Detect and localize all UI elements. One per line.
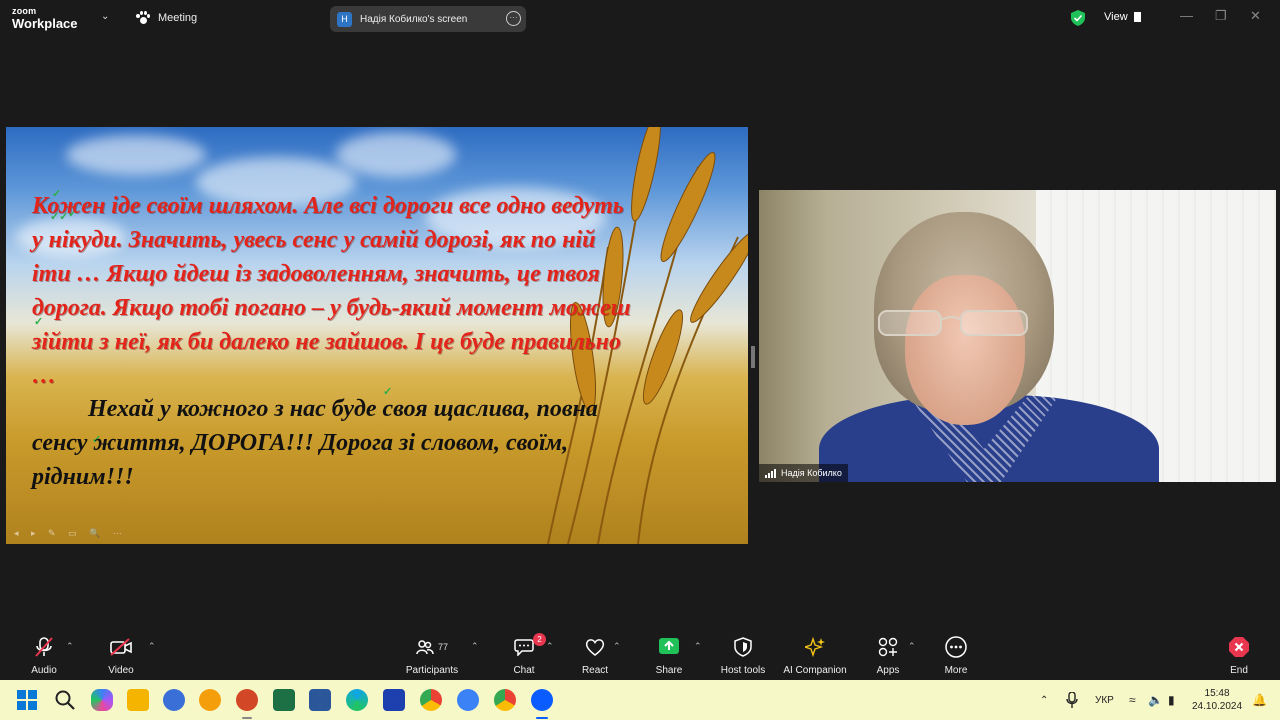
end-label: End	[1230, 665, 1248, 676]
minimize-icon[interactable]: —	[1180, 8, 1193, 23]
audio-label: Audio	[31, 665, 57, 676]
windows-start-icon[interactable]	[16, 689, 38, 711]
battery-icon[interactable]: ▮	[1168, 680, 1175, 720]
participants-button[interactable]: 77 Participants	[404, 636, 460, 676]
share-button[interactable]: Share	[654, 636, 684, 676]
video-label: Video	[108, 665, 134, 676]
participants-options-caret[interactable]: ⌃	[471, 641, 479, 652]
slide-black-paragraph: Нехай у кожного з нас буде своя щаслива,…	[32, 396, 598, 490]
slide-navigation-controls[interactable]: ◂ ▸ ✎ ▭ 🔍 ⋯	[14, 528, 127, 539]
app-icon[interactable]	[457, 689, 479, 711]
apps-label: Apps	[876, 665, 900, 676]
copilot-icon[interactable]	[91, 689, 113, 711]
sparkle-icon	[805, 637, 825, 657]
end-meeting-button[interactable]: End	[1225, 636, 1253, 676]
video-options-caret[interactable]: ⌃	[148, 641, 156, 652]
ai-companion-label: AI Companion	[783, 665, 847, 676]
more-options-icon[interactable]: ···	[506, 11, 521, 26]
notification-bell-icon[interactable]: 🔔	[1252, 680, 1267, 720]
apps-icon	[878, 637, 898, 657]
logo-small-text: zoom	[12, 6, 37, 16]
app-icon[interactable]	[163, 689, 185, 711]
paw-icon	[136, 11, 150, 25]
shared-screen-label: Надія Кобилко's screen	[360, 13, 468, 25]
security-shield-icon[interactable]	[1071, 10, 1085, 26]
slide-red-paragraph: Кожен іде своїм шляхом. Але всі дороги в…	[32, 193, 631, 389]
zoom-taskbar-icon[interactable]	[531, 689, 553, 711]
react-button[interactable]: React	[580, 636, 610, 676]
react-options-caret[interactable]: ⌃	[613, 641, 621, 652]
audio-button[interactable]: Audio	[28, 636, 60, 676]
view-label: View	[1104, 11, 1128, 23]
shared-screen-content: ✓ ✓✓ ✓ ✓ ✓ ✓ Кожен іде своїм шляхом. Але…	[6, 127, 748, 544]
glasses-icon	[878, 310, 1028, 336]
file-explorer-icon[interactable]	[127, 689, 149, 711]
presenter-avatar: H	[337, 11, 352, 27]
chat-button[interactable]: 2 Chat	[510, 633, 546, 676]
meeting-label: Meeting	[158, 12, 198, 24]
participant-video[interactable]: Надія Кобилко	[759, 190, 1276, 482]
os-taskbar: ⌃ УКР ≈ 🔈 ▮ 15:48 24.10.2024 🔔	[0, 680, 1280, 720]
app-icon[interactable]	[199, 689, 221, 711]
view-button[interactable]: View	[1104, 11, 1141, 23]
shield-icon	[734, 637, 752, 657]
audio-options-caret[interactable]: ⌃	[66, 641, 74, 652]
volume-icon[interactable]: 🔈	[1148, 680, 1163, 720]
word-icon[interactable]	[309, 689, 331, 711]
chat-options-caret[interactable]: ⌃	[546, 641, 554, 652]
clock-time: 15:48	[1204, 688, 1230, 699]
save-app-icon[interactable]	[383, 689, 405, 711]
language-indicator[interactable]: УКР	[1095, 680, 1114, 720]
chrome-icon[interactable]	[420, 689, 442, 711]
chevron-down-icon[interactable]: ⌄	[101, 11, 109, 22]
heart-icon	[585, 639, 605, 656]
logo-big-text: Workplace	[12, 16, 78, 31]
video-off-icon	[110, 638, 132, 656]
search-icon[interactable]	[54, 689, 76, 711]
view-layout-icon	[1133, 12, 1141, 22]
meeting-info-button[interactable]: Meeting	[136, 11, 197, 25]
participants-count: 77	[437, 642, 448, 652]
share-label: Share	[655, 665, 683, 676]
share-screen-icon	[659, 638, 679, 654]
chat-unread-badge: 2	[533, 633, 546, 646]
host-tools-label: Host tools	[720, 665, 766, 676]
participants-label: Participants	[405, 665, 459, 676]
more-button[interactable]: More	[941, 636, 971, 676]
participants-icon	[416, 640, 434, 655]
zoom-logo: zoom Workplace	[12, 6, 78, 31]
slide-text: Кожен іде своїм шляхом. Але всі дороги в…	[32, 189, 632, 494]
tray-chevron-icon[interactable]: ⌃	[1040, 680, 1048, 720]
title-bar: zoom Workplace ⌄ Meeting H Надія Кобилко…	[0, 0, 1280, 38]
clock-date: 24.10.2024	[1192, 701, 1243, 712]
chat-label: Chat	[513, 665, 535, 676]
restore-icon[interactable]: ❐	[1215, 8, 1227, 24]
share-options-caret[interactable]: ⌃	[694, 641, 702, 652]
signal-strength-icon	[765, 468, 776, 478]
powerpoint-icon[interactable]	[236, 689, 258, 711]
apps-options-caret[interactable]: ⌃	[908, 641, 916, 652]
more-label: More	[944, 665, 968, 676]
video-button[interactable]: Video	[104, 636, 138, 676]
system-clock[interactable]: 15:48 24.10.2024	[1192, 687, 1242, 713]
ai-companion-button[interactable]: AI Companion	[783, 636, 847, 676]
mic-muted-icon	[35, 637, 53, 657]
more-icon	[945, 636, 967, 658]
participant-name-tag: Надія Кобилко	[759, 464, 848, 482]
chrome-profile-icon[interactable]	[494, 689, 516, 711]
meeting-controls: Audio ⌃ Video ⌃ 77 Participants ⌃ 2 Chat…	[0, 630, 1280, 680]
host-tools-button[interactable]: Host tools	[720, 636, 766, 676]
wifi-icon[interactable]: ≈	[1129, 680, 1136, 720]
react-label: React	[581, 665, 609, 676]
apps-button[interactable]: Apps	[875, 636, 901, 676]
participant-name: Надія Кобилко	[781, 468, 842, 478]
shared-screen-indicator[interactable]: H Надія Кобилко's screen ···	[330, 6, 526, 32]
edge-icon[interactable]	[346, 689, 368, 711]
excel-icon[interactable]	[273, 689, 295, 711]
chat-icon	[514, 639, 534, 656]
microphone-icon[interactable]	[1066, 692, 1078, 708]
split-resize-handle[interactable]	[751, 346, 755, 368]
close-icon[interactable]: ✕	[1250, 8, 1261, 24]
end-call-icon	[1229, 637, 1249, 657]
